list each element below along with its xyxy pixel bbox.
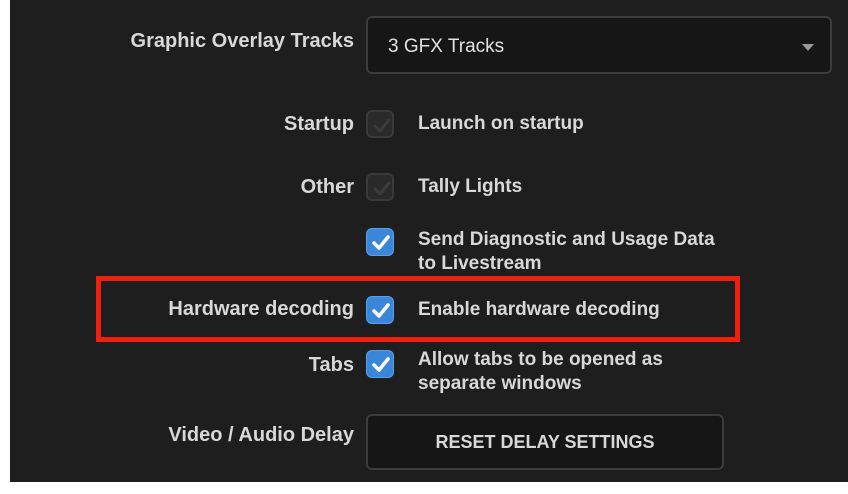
allow-tabs-separate-windows-label: Allow tabs to be opened as separate wind… xyxy=(418,348,798,396)
allow-tabs-line2: separate windows xyxy=(418,373,582,394)
allow-tabs-separate-windows-checkbox[interactable] xyxy=(366,350,394,378)
video-audio-delay-label: Video / Audio Delay xyxy=(168,424,354,446)
send-diagnostic-data-line1: Send Diagnostic and Usage Data xyxy=(418,229,715,250)
graphic-overlay-tracks-select[interactable]: 3 GFX Tracks xyxy=(366,16,832,74)
checkmark-icon xyxy=(372,357,390,372)
launch-on-startup-checkbox[interactable] xyxy=(366,110,394,138)
graphic-overlay-tracks-label: Graphic Overlay Tracks xyxy=(130,30,354,52)
chevron-down-icon xyxy=(802,44,814,51)
send-diagnostic-data-line2: to Livestream xyxy=(418,253,542,274)
checkmark-icon xyxy=(372,235,390,250)
tally-lights-checkbox[interactable] xyxy=(366,173,394,201)
startup-label: Startup xyxy=(284,113,354,135)
tabs-label: Tabs xyxy=(308,354,354,376)
other-label: Other xyxy=(300,176,354,198)
checkmark-icon xyxy=(373,181,391,196)
send-diagnostic-data-label: Send Diagnostic and Usage Data to Livest… xyxy=(418,228,798,276)
highlight-box xyxy=(96,276,740,342)
checkmark-icon xyxy=(373,118,391,133)
launch-on-startup-label: Launch on startup xyxy=(418,113,584,134)
send-diagnostic-data-checkbox[interactable] xyxy=(366,228,394,256)
reset-delay-settings-button[interactable]: RESET DELAY SETTINGS xyxy=(366,414,724,470)
graphic-overlay-tracks-value: 3 GFX Tracks xyxy=(388,36,505,57)
tally-lights-label: Tally Lights xyxy=(418,176,523,197)
allow-tabs-line1: Allow tabs to be opened as xyxy=(418,349,663,370)
